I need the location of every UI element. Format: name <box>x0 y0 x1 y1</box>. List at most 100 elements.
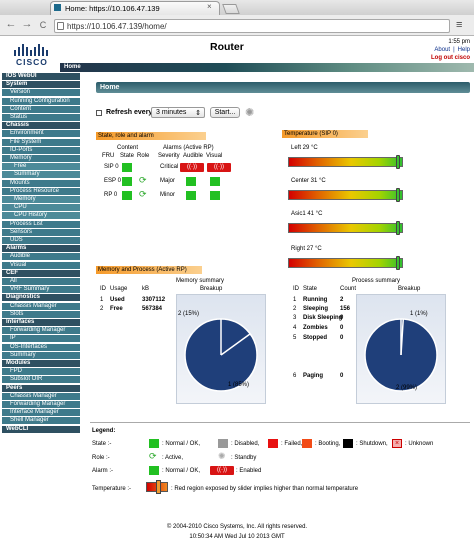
spinner-icon: ✺ <box>245 107 255 119</box>
sidebar-item[interactable]: Sensors <box>2 228 80 236</box>
sidebar-item[interactable]: File System <box>2 138 80 146</box>
legend-shutdown: : Shutdown, <box>356 441 388 447</box>
sidebar-item[interactable]: Memory <box>2 196 80 203</box>
sidebar-item[interactable]: Slots <box>2 310 80 318</box>
start-button[interactable]: Start... <box>210 107 240 118</box>
sidebar-item[interactable]: Status <box>2 114 80 121</box>
table-cell: 0 <box>340 373 344 379</box>
sidebar-item[interactable]: Forwarding Manager <box>2 327 80 335</box>
sidebar-item[interactable]: IO-Ports <box>2 146 80 154</box>
home-section-title: Home <box>100 84 120 91</box>
sidebar-item[interactable]: Chassis Manager <box>2 302 80 310</box>
temp-bar <box>288 258 403 268</box>
sidebar-item[interactable]: Chassis <box>2 122 80 130</box>
favicon-icon <box>54 4 61 11</box>
table-cell: 2 <box>340 297 344 303</box>
table-cell: Zombies <box>303 325 328 331</box>
sidebar-item[interactable]: Interfaces <box>2 319 80 326</box>
logout-link[interactable]: Log out cisco <box>420 55 470 61</box>
temp-slider <box>396 188 400 202</box>
sidebar-item[interactable]: IP <box>2 335 80 343</box>
sidebar-item[interactable]: Free <box>2 163 80 171</box>
sidebar-item[interactable]: Interface Manager <box>2 409 80 417</box>
sidebar-item[interactable]: All <box>2 278 80 285</box>
rp0-state <box>122 191 132 200</box>
table-header-breakup: Breakup <box>398 286 421 292</box>
help-link[interactable]: Help <box>458 47 470 53</box>
sidebar-item[interactable]: Chassis Manager <box>2 392 80 400</box>
sidebar-item[interactable]: Version <box>2 89 80 97</box>
sidebar-item[interactable]: Summary <box>2 351 80 359</box>
legend-standby-icon: ✺ <box>218 451 226 461</box>
sidebar-item[interactable]: WebCLI <box>2 425 80 433</box>
sidebar-item[interactable]: Diagnostics <box>2 294 80 302</box>
footer-timestamp: 10:50:34 AM Wed Jul 10 2013 GMT <box>189 534 285 540</box>
refresh-interval-select[interactable]: 3 minutes ⇕ <box>151 107 205 118</box>
sidebar-item[interactable]: OS-Interfaces <box>2 343 80 351</box>
legend-alarm-normal-swatch <box>149 466 159 475</box>
sidebar-item[interactable]: Visual <box>2 261 80 269</box>
legend-disabled: : Disabled, <box>231 441 260 447</box>
sidebar-item[interactable]: Process List <box>2 220 80 228</box>
table-header-breakup: Breakup <box>200 286 223 292</box>
sidebar-item[interactable]: Process Resource <box>2 187 80 195</box>
back-icon[interactable]: ← <box>4 18 18 30</box>
content-header: Content <box>117 145 139 151</box>
sidebar-item[interactable]: Subslot OIR <box>2 376 80 384</box>
tab-close-icon[interactable]: × <box>207 2 212 11</box>
rp0-role-active-icon: ⟳ <box>139 189 147 199</box>
fru-esp0: ESP 0 <box>104 178 121 184</box>
sidebar-item[interactable]: System <box>2 81 80 89</box>
sidebar-item[interactable]: IOS WebUI <box>2 73 80 80</box>
reload-icon[interactable]: C <box>36 20 50 30</box>
legend-booting: : Booting, <box>315 441 341 447</box>
table-cell: Sleeping <box>303 306 329 312</box>
sidebar: IOS WebUI System Version Running Configurat… <box>0 73 80 441</box>
temp-sensor-label: Right 27 °C <box>291 246 322 252</box>
sidebar-item[interactable]: CEF <box>2 269 80 277</box>
browser-tab[interactable]: Home: https://10.106.47.139 <box>50 1 220 15</box>
url-bar[interactable]: https://10.106.47.139/home/ <box>54 19 450 33</box>
menu-icon[interactable]: ≡ <box>456 19 462 31</box>
sidebar-item[interactable]: CPU <box>2 204 80 212</box>
forward-icon[interactable]: → <box>20 18 34 30</box>
sidebar-item[interactable]: UDS <box>2 237 80 244</box>
sidebar-item[interactable]: VRF Summary <box>2 286 80 294</box>
table-cell: 2 <box>293 306 297 312</box>
table-header: State <box>303 286 318 292</box>
sidebar-item[interactable]: CPU History <box>2 212 80 220</box>
table-cell: Paging <box>303 373 324 379</box>
table-header: Count <box>340 286 357 292</box>
table-cell: Stopped <box>303 335 327 341</box>
sidebar-item[interactable]: Content <box>2 105 80 113</box>
sip0-state <box>122 163 132 172</box>
legend-alarm-normal: : Normal / OK, <box>162 468 201 474</box>
table-cell: 3 <box>293 315 297 321</box>
sidebar-item[interactable]: Environment <box>2 130 80 138</box>
sidebar-item[interactable]: Modules <box>2 360 80 367</box>
table-cell: 0 <box>340 335 344 341</box>
table-cell: 0 <box>340 325 344 331</box>
sidebar-item[interactable]: Peers <box>2 384 80 392</box>
table-cell: 5 <box>293 335 297 341</box>
banner-home-tab[interactable]: Home <box>64 64 81 70</box>
memory-summary-title: Memory summary <box>176 278 225 284</box>
sidebar-item[interactable]: FPD <box>2 368 80 376</box>
minor-visual <box>210 191 220 200</box>
page-icon <box>57 22 64 30</box>
temp-slider <box>396 155 400 169</box>
sidebar-item[interactable]: Audible <box>2 253 80 261</box>
table-cell: 567384 <box>142 306 163 312</box>
sidebar-item[interactable]: Shell Manager <box>2 417 80 425</box>
about-link[interactable]: About <box>434 47 450 53</box>
sidebar-item[interactable]: Memory <box>2 155 80 162</box>
memory-pie-label-1: 1 (85%) <box>228 382 250 388</box>
legend-temp-label: Temperature :- <box>92 486 132 492</box>
sidebar-item[interactable]: Running Configuration <box>2 97 80 105</box>
table-cell: 2 <box>100 306 104 312</box>
sidebar-item[interactable]: Forwarding Manager <box>2 401 80 408</box>
refresh-checkbox[interactable] <box>96 110 102 116</box>
sidebar-item[interactable]: Summary <box>2 171 80 179</box>
sidebar-item[interactable]: Mounts <box>2 179 80 187</box>
sidebar-item[interactable]: Alarms <box>2 245 80 253</box>
